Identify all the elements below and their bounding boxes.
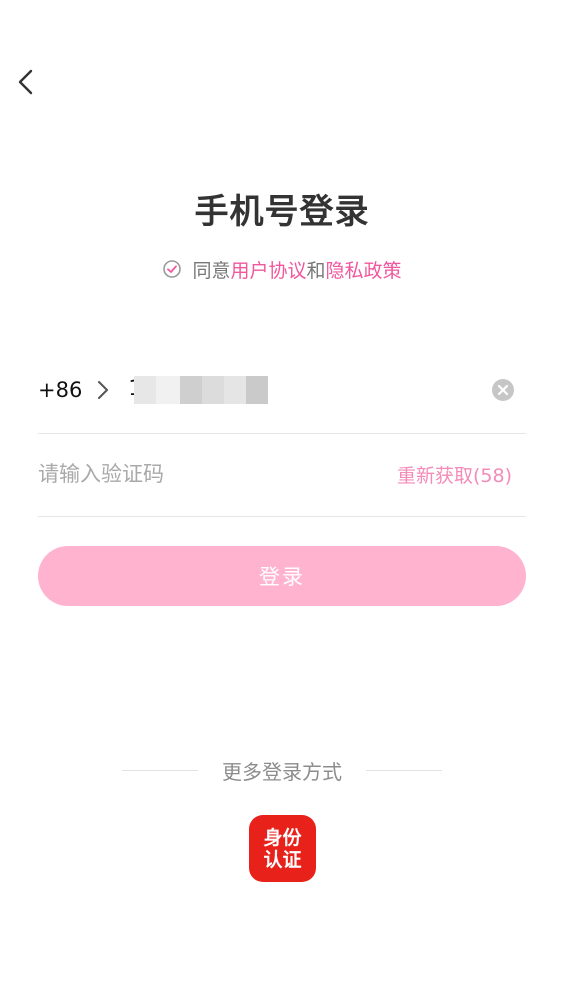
- chevron-left-icon: [18, 69, 33, 95]
- more-login-label: 更多登录方式: [222, 759, 342, 784]
- chevron-right-icon[interactable]: [94, 378, 112, 402]
- login-button[interactable]: 登录: [38, 546, 526, 606]
- more-login-methods: 更多登录方式: [0, 756, 564, 784]
- user-agreement-link[interactable]: 用户协议: [230, 256, 306, 283]
- code-row: 重新获取(58): [38, 448, 526, 500]
- divider-left: [122, 769, 198, 771]
- agreement-middle: 和: [306, 259, 326, 282]
- phone-divider: [38, 433, 526, 434]
- page-title: 手机号登录: [194, 192, 370, 232]
- check-circle-icon[interactable]: [162, 259, 182, 279]
- id-auth-line1: 身份: [263, 826, 302, 849]
- divider-right: [366, 769, 442, 771]
- id-auth-button[interactable]: 身份 认证: [249, 815, 316, 882]
- phone-input[interactable]: 1: [128, 376, 269, 404]
- id-auth-line2: 认证: [263, 848, 302, 871]
- resend-code-button[interactable]: 重新获取(58): [397, 461, 512, 488]
- code-divider: [38, 516, 526, 517]
- agreement-row: 同意 用户协议 和 隐私政策: [0, 256, 564, 282]
- country-code[interactable]: +86: [38, 378, 82, 402]
- clear-circle-icon[interactable]: [492, 379, 514, 401]
- privacy-policy-link[interactable]: 隐私政策: [326, 256, 402, 283]
- verification-code-input[interactable]: [38, 462, 338, 486]
- phone-mosaic: [134, 376, 269, 404]
- back-button[interactable]: [10, 64, 46, 100]
- phone-row: +86 1: [38, 364, 526, 416]
- agreement-prefix: 同意: [192, 259, 231, 282]
